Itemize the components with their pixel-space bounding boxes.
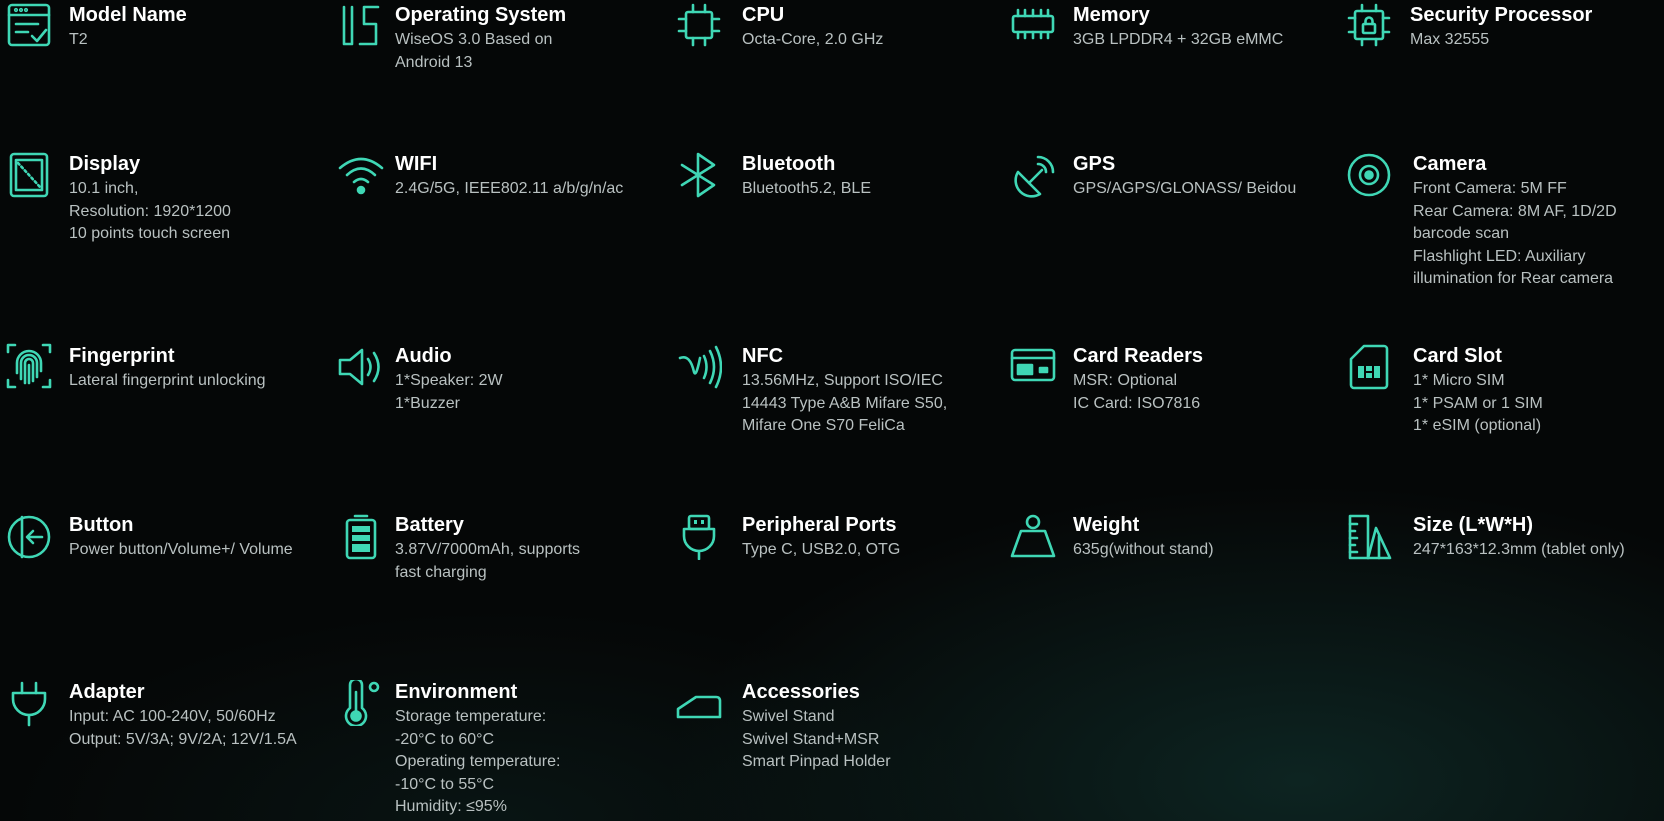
usb-plug-icon: [676, 514, 722, 560]
spec-value: Input: AC 100-240V, 50/60Hz Output: 5V/3…: [69, 708, 297, 748]
window-check-icon: [6, 2, 52, 48]
spec-value: Swivel Stand Swivel Stand+MSR Smart Pinp…: [742, 708, 891, 770]
spec-value: GPS/AGPS/GLONASS/ Beidou: [1073, 180, 1297, 197]
spec-value: Front Camera: 5M FF Rear Camera: 8M AF, …: [1413, 180, 1617, 287]
spec-title: Fingerprint: [69, 345, 175, 367]
spec-value: Lateral fingerprint unlocking: [69, 372, 266, 389]
spec-title: Environment: [395, 681, 518, 703]
power-button-icon: [6, 514, 52, 560]
spec-value: 635g(without stand): [1073, 541, 1214, 558]
spec-title: NFC: [742, 345, 784, 367]
satellite-dish-icon: [1010, 152, 1056, 198]
stand-icon: [676, 681, 722, 727]
spec-title: Security Processor: [1410, 4, 1593, 26]
spec-title: Adapter: [69, 681, 145, 703]
nfc-icon: [676, 344, 722, 390]
battery-icon: [338, 514, 384, 560]
spec-title: GPS: [1073, 153, 1116, 175]
spec-value: Type C, USB2.0, OTG: [742, 541, 901, 558]
tablet-screen-icon: [6, 152, 52, 198]
spec-value: Power button/Volume+/ Volume: [69, 541, 293, 558]
power-plug-icon: [6, 681, 52, 727]
spec-value: Storage temperature: -20°C to 60°C Opera…: [395, 708, 561, 815]
speaker-icon: [338, 344, 384, 390]
spec-title: CPU: [742, 4, 785, 26]
spec-title: Peripheral Ports: [742, 514, 897, 536]
spec-value: 2.4G/5G, IEEE802.11 a/b/g/n/ac: [395, 180, 624, 197]
spec-value: MSR: Optional IC Card: ISO7816: [1073, 372, 1201, 412]
spec-title: Model Name: [69, 4, 187, 26]
spec-value: 3.87V/7000mAh, supports fast charging: [395, 541, 581, 581]
spec-title: Size (L*W*H): [1413, 514, 1533, 536]
spec-value: T2: [69, 31, 88, 48]
spec-value: Octa-Core, 2.0 GHz: [742, 31, 884, 48]
spec-value: 13.56MHz, Support ISO/IEC 14443 Type A&B…: [742, 372, 948, 434]
fingerprint-icon: [6, 343, 52, 389]
spec-title: Audio: [395, 345, 452, 367]
spec-title: Memory: [1073, 4, 1150, 26]
spec-value: 1* Micro SIM 1* PSAM or 1 SIM 1* eSIM (o…: [1413, 372, 1543, 434]
specifications-grid: Model Name T2 Operating System WiseOS 3.…: [0, 0, 1664, 821]
secure-chip-icon: [1346, 2, 1392, 48]
spec-title: Button: [69, 514, 134, 536]
spec-value: 247*163*12.3mm (tablet only): [1413, 541, 1625, 558]
chip-icon: [676, 2, 722, 48]
spec-value: 10.1 inch, Resolution: 1920*1200 10 poin…: [69, 180, 231, 242]
memory-module-icon: [1010, 2, 1056, 48]
spec-value: Max 32555: [1410, 31, 1490, 48]
spec-title: Weight: [1073, 514, 1140, 536]
spec-title: Operating System: [395, 4, 567, 26]
spec-title: Card Readers: [1073, 345, 1204, 367]
spec-title: WIFI: [395, 153, 438, 175]
sim-card-icon: [1346, 344, 1392, 390]
spec-value: WiseOS 3.0 Based on Android 13: [395, 31, 553, 71]
weight-icon: [1010, 514, 1056, 560]
spec-title: Camera: [1413, 153, 1487, 175]
wifi-icon: [338, 152, 384, 198]
spec-title: Card Slot: [1413, 345, 1502, 367]
spec-title: Display: [69, 153, 141, 175]
spec-value: 1*Speaker: 2W 1*Buzzer: [395, 372, 503, 412]
ruler-icon: [1346, 514, 1392, 560]
spec-title: Battery: [395, 514, 464, 536]
thermometer-icon: [338, 680, 384, 726]
spec-value: Bluetooth5.2, BLE: [742, 180, 871, 197]
spec-value: 3GB LPDDR4 + 32GB eMMC: [1073, 31, 1284, 48]
credit-card-icon: [1010, 344, 1056, 390]
os-logo-icon: [338, 2, 384, 48]
bluetooth-icon: [676, 152, 722, 198]
spec-title: Bluetooth: [742, 153, 836, 175]
camera-lens-icon: [1346, 152, 1392, 198]
spec-title: Accessories: [742, 681, 860, 703]
